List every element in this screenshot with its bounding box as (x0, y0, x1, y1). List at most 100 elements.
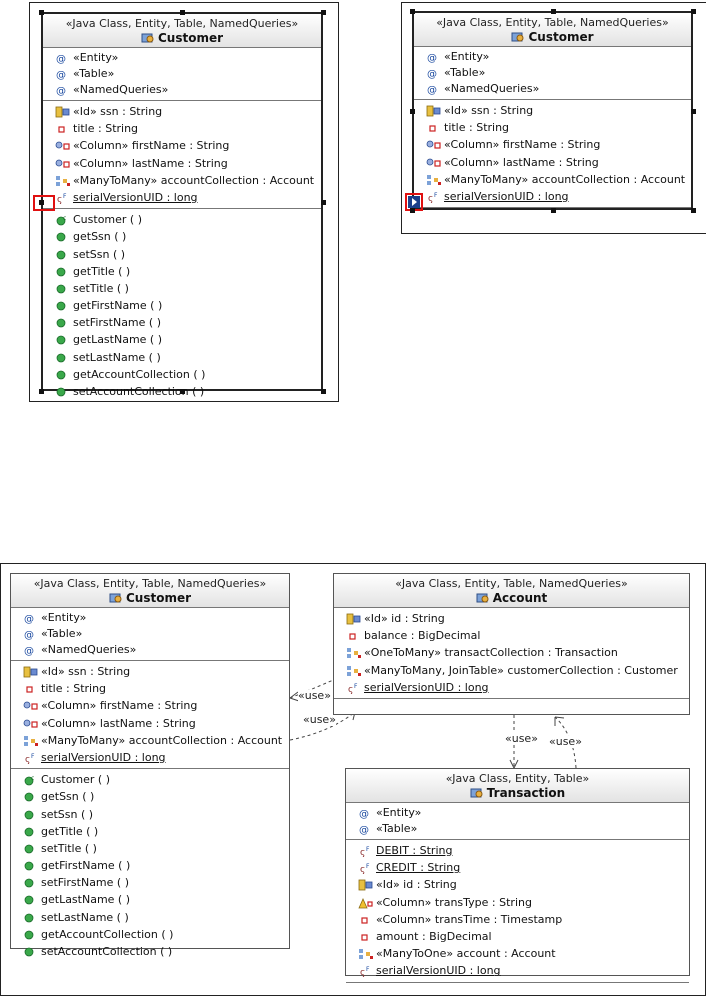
annotation-row[interactable]: @ «Entity» (11, 610, 289, 626)
selection-handle[interactable] (691, 108, 696, 114)
attribute-row[interactable]: ς FserialVersionUID : long (334, 679, 689, 696)
attribute-row[interactable]: balance : BigDecimal (334, 627, 689, 644)
method-icon (23, 843, 39, 855)
row-text: «Column» transTime : Timestamp (376, 912, 563, 926)
selection-handle[interactable] (410, 9, 415, 14)
attribute-row[interactable]: «ManyToOne» account : Account (346, 945, 689, 962)
attribute-row[interactable]: «Id» id : String (334, 610, 689, 627)
attribute-row[interactable]: ς F DEBIT : String (346, 842, 689, 859)
static-final-icon: ςF (346, 682, 362, 695)
operation-row[interactable]: getAccountCollection ( ) (11, 926, 289, 943)
column-field-icon (23, 718, 39, 730)
customer-class[interactable]: «Java Class, Entity, Table, NamedQueries… (10, 573, 290, 958)
row-text: «Table» (41, 627, 83, 640)
constructor-icon: c (23, 774, 39, 786)
method-icon (23, 946, 39, 958)
attribute-row[interactable]: «Column» transType : String (346, 894, 689, 911)
attribute-row[interactable]: «Column» lastName : String (11, 715, 289, 732)
annotation-row[interactable]: @ «Entity» (346, 805, 689, 821)
operation-row[interactable]: setAccountCollection ( ) (11, 943, 289, 960)
row-text: «ManyToMany, JoinTable» customerCollecti… (364, 663, 678, 677)
use-label: «use» (549, 735, 582, 748)
attribute-row[interactable]: title : String (11, 680, 289, 697)
attribute-row[interactable]: ς FserialVersionUID : long (11, 749, 289, 766)
class-stereotype: «Java Class, Entity, Table, NamedQueries… (395, 577, 628, 590)
attribute-row[interactable]: ς FserialVersionUID : long (346, 962, 689, 979)
selection-handle[interactable] (410, 108, 415, 114)
annotations-compartment: @ «Entity» @ «Table» (346, 803, 689, 840)
selection-handle[interactable] (39, 389, 44, 394)
selection-handle[interactable] (691, 208, 696, 213)
attribute-row[interactable]: «Id» ssn : String (11, 663, 289, 680)
annotation-row[interactable]: @ «NamedQueries» (11, 642, 289, 658)
method-icon (23, 826, 39, 838)
attribute-row[interactable]: «OneToMany» transactCollection : Transac… (334, 644, 689, 661)
annotation-row[interactable]: @ «Table» (346, 821, 689, 837)
operation-row[interactable]: getFirstName ( ) (11, 857, 289, 874)
field-icon (23, 683, 39, 695)
operation-row[interactable]: getSsn ( ) (11, 788, 289, 805)
transaction-class[interactable]: «Java Class, Entity, Table» Transaction … (345, 768, 690, 983)
row-text: «Id» id : String (376, 878, 457, 892)
operations-compartment (346, 983, 689, 993)
svg-text:@: @ (24, 614, 34, 624)
row-text: «Column» lastName : String (41, 716, 196, 730)
row-text: «Table» (376, 822, 418, 835)
method-icon (23, 791, 39, 803)
selection-handle[interactable] (180, 10, 185, 15)
method-icon (23, 894, 39, 906)
attribute-row[interactable]: «ManyToMany, JoinTable» customerCollecti… (334, 662, 689, 679)
attribute-row[interactable]: ς F CREDIT : String (346, 859, 689, 876)
row-text: getFirstName ( ) (41, 859, 131, 873)
operation-row[interactable]: setFirstName ( ) (11, 874, 289, 891)
selection-handle[interactable] (321, 10, 326, 15)
use-label: «use» (505, 732, 538, 745)
class-stereotype: «Java Class, Entity, Table» (445, 772, 590, 785)
row-text: getLastName ( ) (41, 893, 131, 907)
operation-row[interactable]: getLastName ( ) (11, 891, 289, 908)
row-text: amount : BigDecimal (376, 929, 492, 943)
attribute-row[interactable]: amount : BigDecimal (346, 928, 689, 945)
operation-row[interactable]: getTitle ( ) (11, 823, 289, 840)
field-icon (346, 630, 362, 642)
attribute-row[interactable]: «Column» firstName : String (11, 697, 289, 714)
selection-handle[interactable] (550, 9, 556, 14)
selection-handle[interactable] (691, 9, 696, 14)
row-text: serialVersionUID : long (364, 680, 489, 694)
operation-row[interactable]: setSsn ( ) (11, 806, 289, 823)
row-text: serialVersionUID : long (41, 750, 166, 764)
static-final-icon: ςF (358, 845, 374, 858)
svg-text:ς: ς (25, 755, 30, 764)
selection-handle[interactable] (321, 389, 326, 394)
selection-handle[interactable] (39, 199, 44, 205)
svg-text:@: @ (359, 809, 369, 819)
operation-row[interactable]: c Customer ( ) (11, 771, 289, 788)
svg-text:F: F (354, 683, 358, 690)
annotation-icon: @ (358, 807, 374, 820)
selection-handle[interactable] (321, 199, 326, 205)
method-icon (23, 809, 39, 821)
operation-row[interactable]: setLastName ( ) (11, 909, 289, 926)
relation-icon (346, 647, 362, 659)
selection-handle[interactable] (39, 10, 44, 15)
row-text: setFirstName ( ) (41, 876, 129, 890)
selection-handle[interactable] (180, 389, 185, 394)
selection-handle[interactable] (410, 208, 415, 213)
operation-row[interactable]: setTitle ( ) (11, 840, 289, 857)
row-text: title : String (41, 682, 107, 696)
row-text: setSsn ( ) (41, 807, 94, 821)
selection-handle[interactable] (550, 208, 556, 213)
attribute-row[interactable]: «Id» id : String (346, 876, 689, 893)
annotation-row[interactable]: @ «Table» (11, 626, 289, 642)
account-class[interactable]: «Java Class, Entity, Table, NamedQueries… (333, 573, 690, 715)
id-key-icon (358, 879, 374, 891)
annotation-icon: @ (23, 644, 39, 657)
attribute-row[interactable]: «ManyToMany» accountCollection : Account (11, 732, 289, 749)
attribute-row[interactable]: «Column» transTime : Timestamp (346, 911, 689, 928)
row-text: «OneToMany» transactCollection : Transac… (364, 646, 618, 660)
svg-text:ς: ς (360, 865, 365, 874)
class-header: «Java Class, Entity, Table, NamedQueries… (11, 574, 289, 608)
operations-compartment (334, 699, 689, 709)
annotation-icon: @ (23, 612, 39, 625)
static-final-icon: ςF (358, 862, 374, 875)
